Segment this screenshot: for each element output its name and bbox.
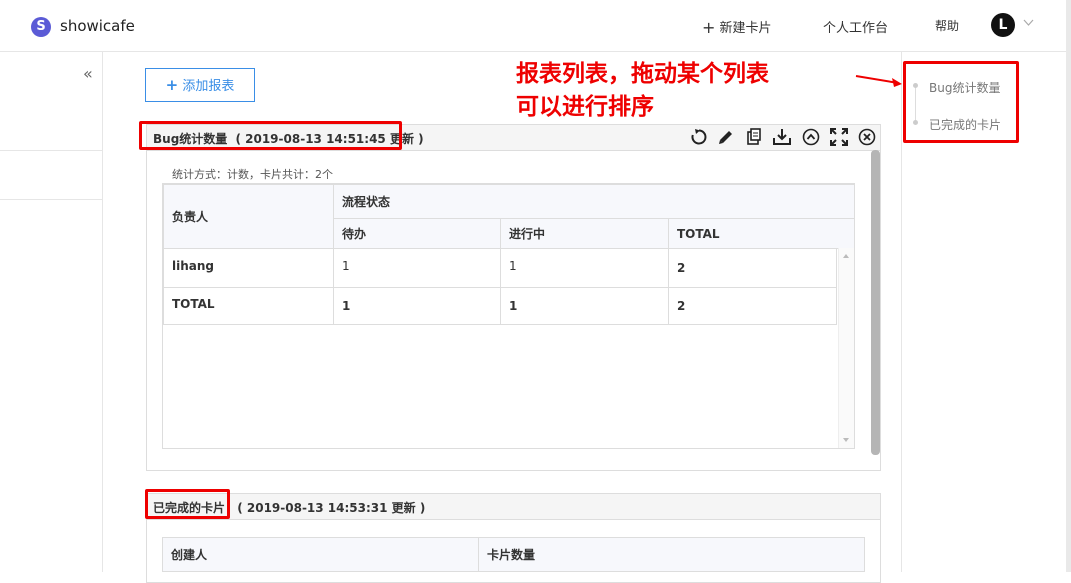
report-header[interactable]: 已完成的卡片 ( 2019-08-13 14:53:31 更新 ) bbox=[147, 494, 880, 520]
collapse-sidebar-icon[interactable]: « bbox=[83, 64, 93, 83]
report2-table: 创建人 卡片数量 bbox=[162, 537, 865, 572]
copy-icon[interactable] bbox=[744, 127, 764, 147]
help-link[interactable]: 帮助 bbox=[935, 17, 959, 34]
scroll-up-icon[interactable] bbox=[843, 254, 849, 258]
column-header[interactable]: 待办 bbox=[333, 218, 501, 249]
left-sidebar: « bbox=[0, 52, 103, 572]
right-sidebar-divider bbox=[901, 52, 902, 572]
table-row: TOTAL 1 1 2 bbox=[163, 287, 837, 325]
row-header: 负责人 bbox=[163, 184, 334, 249]
report-updated-time: ( 2019-08-13 14:53:31 更新 ) bbox=[237, 501, 426, 515]
plus-icon: + bbox=[165, 76, 179, 94]
avatar[interactable]: L bbox=[991, 13, 1015, 37]
close-icon[interactable] bbox=[857, 127, 877, 147]
column-header[interactable]: 进行中 bbox=[500, 218, 669, 249]
cell-value[interactable]: 1 bbox=[333, 287, 501, 325]
report-summary: 统计方式：计数，卡片共计：2个 bbox=[172, 168, 333, 181]
app-name[interactable]: showicafe bbox=[60, 17, 135, 35]
add-report-button[interactable]: + 添加报表 bbox=[145, 68, 255, 102]
edit-icon[interactable] bbox=[716, 127, 736, 147]
annotation-line-1: 报表列表，拖动某个列表 bbox=[516, 61, 769, 87]
group-header: 流程状态 bbox=[333, 184, 855, 219]
top-bar: S showicafe + 新建卡片 个人工作台 帮助 L bbox=[0, 0, 1071, 52]
app-logo-icon[interactable]: S bbox=[31, 17, 51, 37]
page-scrollbar[interactable] bbox=[1066, 0, 1071, 572]
fullscreen-icon[interactable] bbox=[829, 127, 849, 147]
annotation-line-2: 可以进行排序 bbox=[516, 94, 654, 120]
highlight-box bbox=[139, 121, 402, 150]
cell-value[interactable]: 1 bbox=[500, 248, 669, 288]
scroll-down-icon[interactable] bbox=[843, 438, 849, 442]
pivot-table: 负责人 流程状态 待办 进行中 TOTAL bbox=[163, 184, 855, 249]
column-header[interactable]: 卡片数量 bbox=[478, 537, 865, 572]
cell-value[interactable]: 1 bbox=[500, 287, 669, 325]
download-icon[interactable] bbox=[772, 127, 792, 147]
annotation-arrow-icon bbox=[855, 75, 902, 87]
sidebar-selected-item[interactable] bbox=[0, 150, 102, 200]
highlight-box bbox=[903, 61, 1019, 143]
cell-value[interactable]: 2 bbox=[668, 248, 837, 288]
column-header[interactable]: TOTAL bbox=[668, 218, 855, 249]
column-header[interactable]: 创建人 bbox=[162, 537, 479, 572]
cell-value[interactable]: 1 bbox=[333, 248, 501, 288]
pivot-table-body: lihang 1 1 2 TOTAL 1 1 2 bbox=[163, 248, 837, 325]
table-row: lihang 1 1 2 bbox=[163, 248, 837, 288]
chevron-down-icon[interactable] bbox=[1023, 17, 1034, 30]
highlight-box bbox=[145, 489, 230, 519]
collapse-up-icon[interactable] bbox=[801, 127, 821, 147]
add-report-label: 添加报表 bbox=[182, 79, 235, 94]
refresh-icon[interactable] bbox=[689, 127, 709, 147]
new-card-button[interactable]: + 新建卡片 bbox=[702, 17, 772, 37]
report-scrollbar-thumb[interactable] bbox=[871, 150, 880, 455]
workspace-link[interactable]: 个人工作台 bbox=[823, 17, 888, 36]
plus-icon: + bbox=[702, 18, 716, 37]
row-label: lihang bbox=[163, 248, 334, 288]
row-label: TOTAL bbox=[163, 287, 334, 325]
cell-value[interactable]: 2 bbox=[668, 287, 837, 325]
table-scrollbar[interactable] bbox=[838, 248, 854, 448]
new-card-label: 新建卡片 bbox=[719, 21, 772, 36]
